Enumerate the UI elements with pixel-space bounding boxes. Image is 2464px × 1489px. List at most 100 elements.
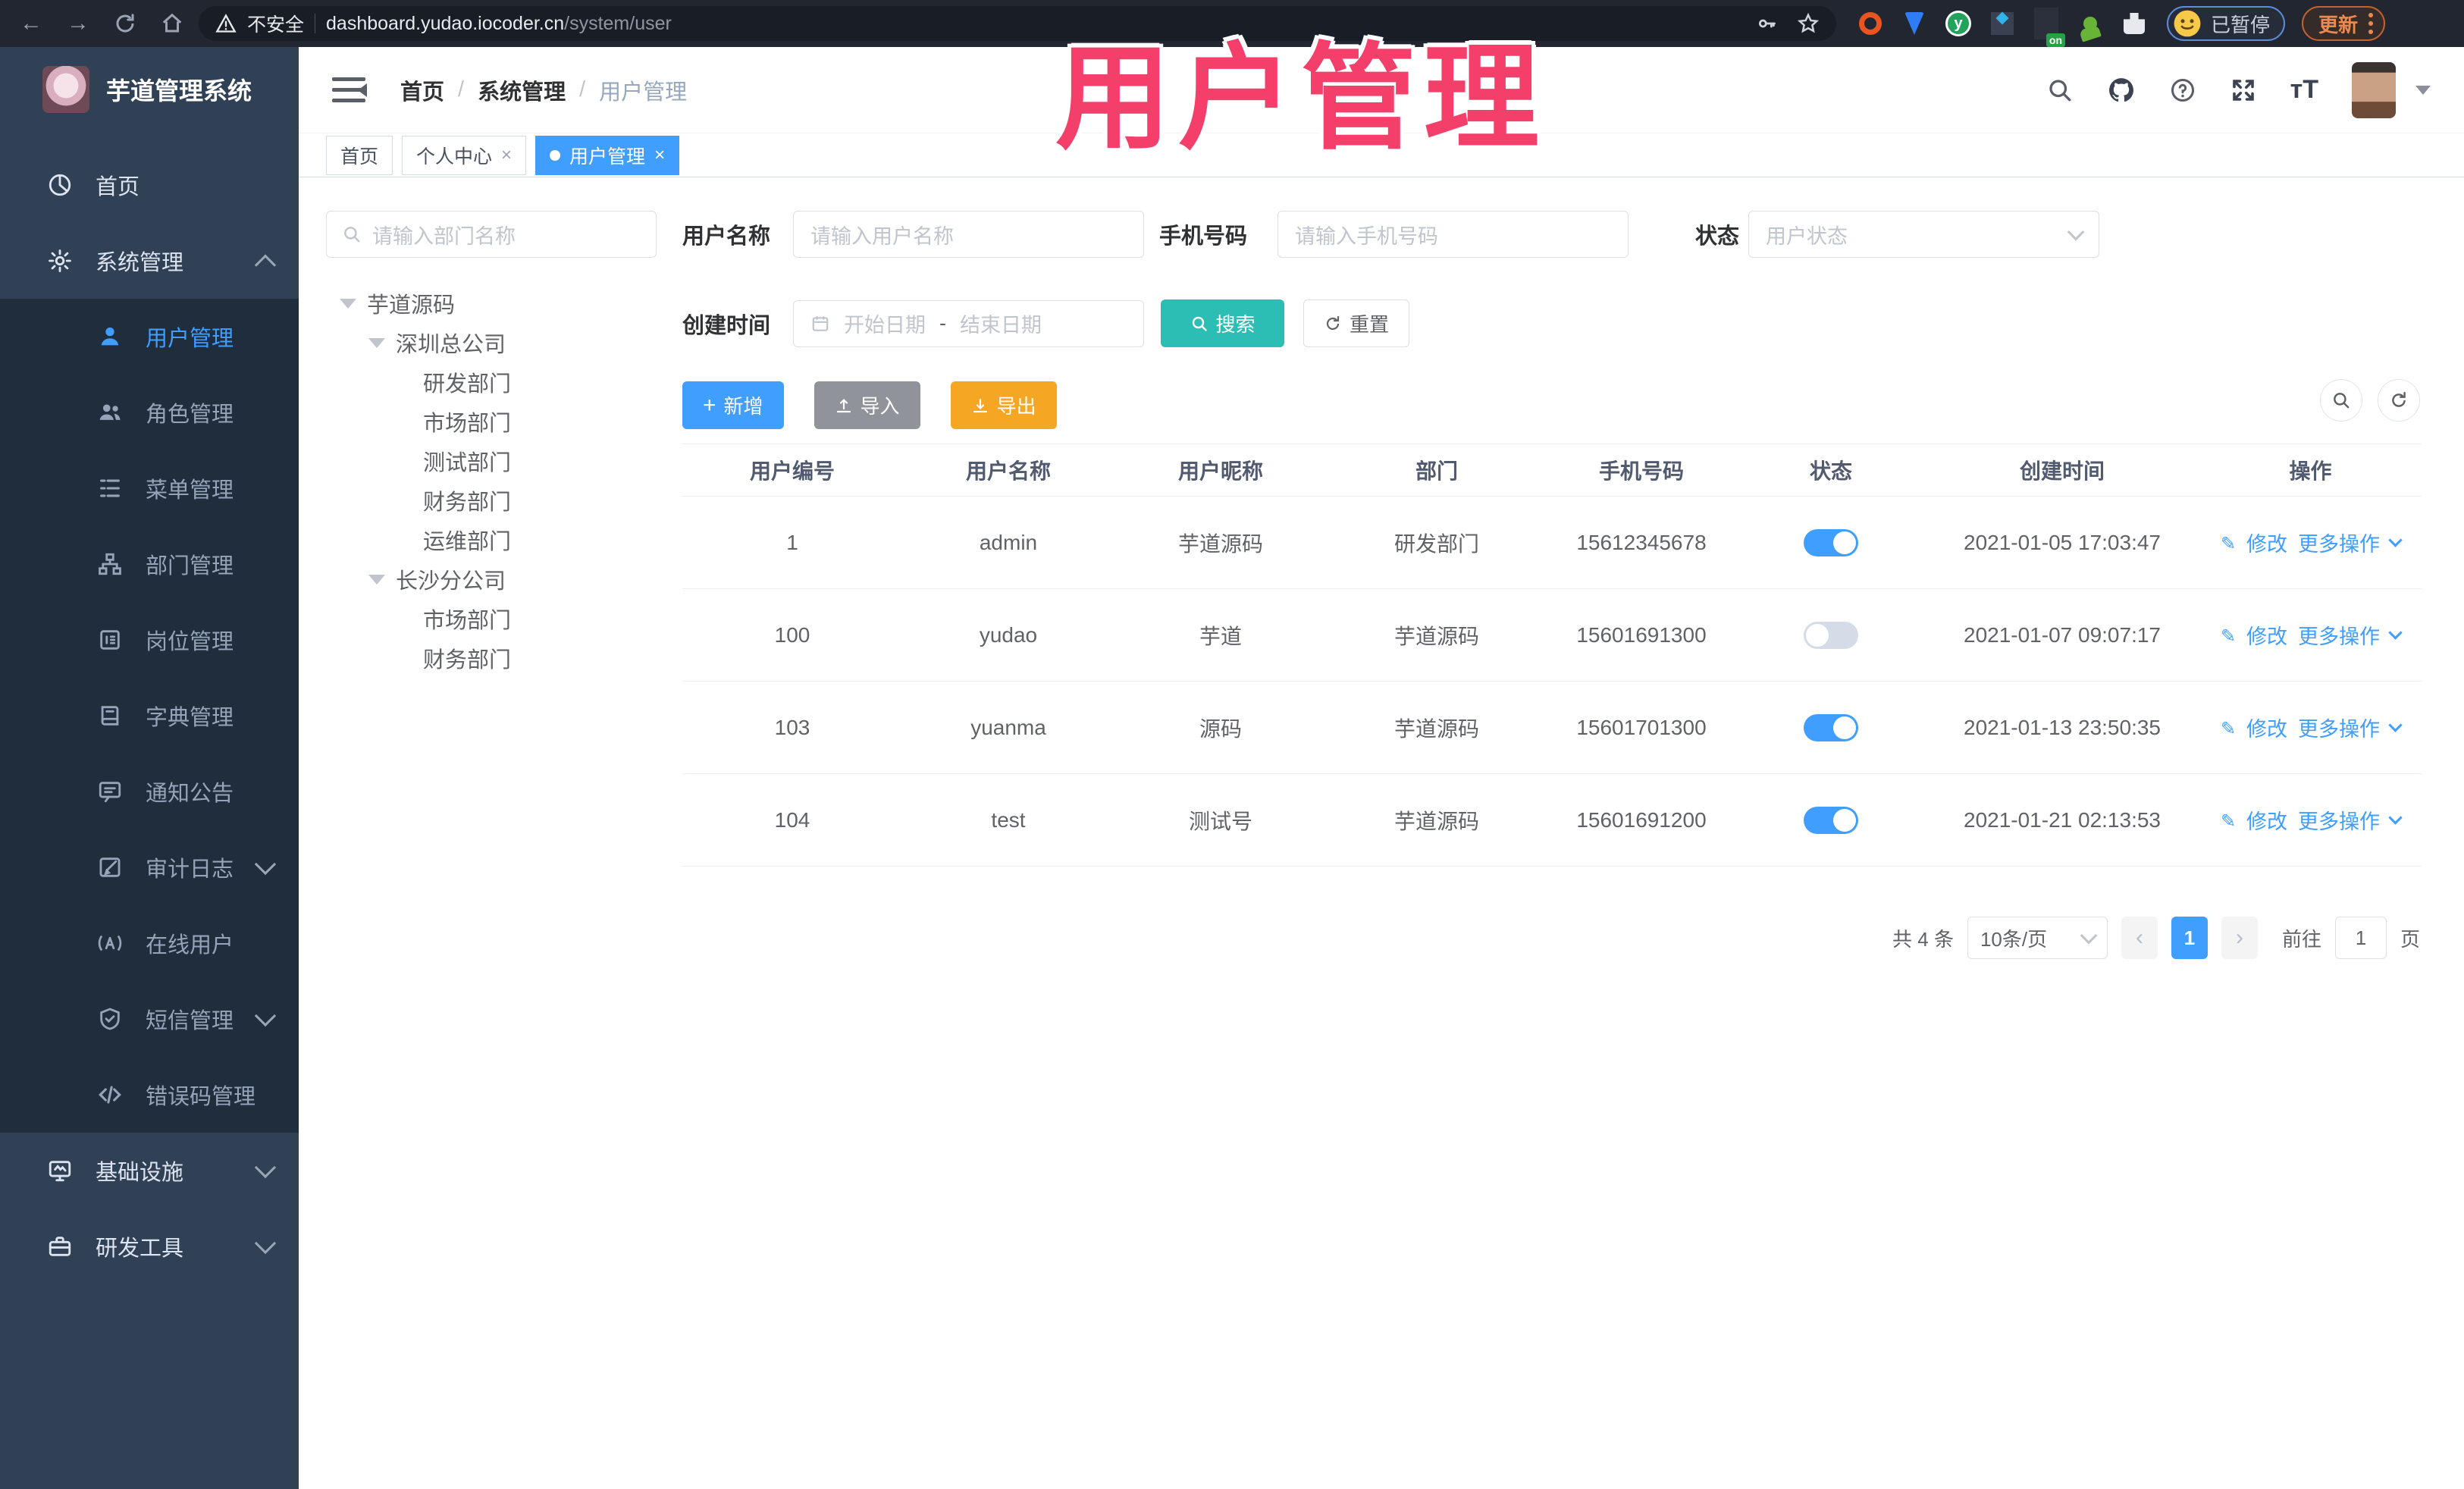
next-page-button[interactable]: › [2221,917,2258,959]
tree-node-label: 深圳总公司 [396,333,506,357]
close-icon[interactable]: × [654,145,665,166]
tab-profile[interactable]: 个人中心 × [402,135,527,175]
extension-pin-icon[interactable] [1900,9,1929,38]
avatar-caret-icon[interactable] [2415,85,2431,95]
edit-link[interactable]: 修改 [2246,713,2287,742]
tree-node[interactable]: 财务部门 [329,638,663,678]
goto-page-input[interactable]: 1 [2334,917,2387,959]
prev-page-button[interactable]: ‹ [2121,917,2158,959]
sidebar-item-dev-tools[interactable]: 研发工具 [0,1208,299,1284]
sidebar-item-post-mgmt[interactable]: 岗位管理 [0,602,299,678]
key-icon[interactable] [1756,13,1777,34]
edit-link[interactable]: 修改 [2246,528,2287,557]
username-input[interactable]: 请输入用户名称 [793,211,1145,258]
more-actions-link[interactable]: 更多操作 [2298,713,2380,742]
extension-ubuntu-icon[interactable] [1856,9,1885,38]
font-size-icon[interactable]: тT [2290,75,2318,105]
extensions-puzzle-icon[interactable] [2120,9,2149,38]
sidebar-item-dict-mgmt[interactable]: 字典管理 [0,678,299,754]
sidebar-item-user-mgmt[interactable]: 用户管理 [0,299,299,375]
more-actions-link[interactable]: 更多操作 [2298,620,2380,650]
sidebar-item-home[interactable]: 首页 [0,147,299,223]
search-icon[interactable] [2046,77,2074,104]
caret-down-icon[interactable] [340,298,356,309]
browser-menu-icon[interactable] [2368,13,2374,34]
tree-node[interactable]: 研发部门 [329,362,663,402]
github-icon[interactable] [2107,76,2136,105]
current-page-button[interactable]: 1 [2171,917,2208,959]
export-button[interactable]: 导出 [950,381,1057,429]
extension-y-icon[interactable]: y [1944,9,1973,38]
add-button[interactable]: + 新增 [682,381,784,429]
chevron-down-icon[interactable] [2388,533,2403,547]
sidebar-item-infra[interactable]: 基础设施 [0,1133,299,1208]
status-toggle[interactable] [1804,806,1858,834]
chevron-down-icon[interactable] [2388,625,2403,640]
refresh-table-button[interactable] [2378,379,2420,422]
sidebar-item-dept-mgmt[interactable]: 部门管理 [0,526,299,602]
status-select[interactable]: 用户状态 [1748,211,2100,258]
back-icon[interactable]: ← [11,5,52,42]
edit-link[interactable]: 修改 [2246,620,2287,650]
help-icon[interactable] [2169,77,2196,104]
sidebar-item-notice[interactable]: 通知公告 [0,754,299,829]
logo-row[interactable]: 芋道管理系统 [0,47,299,132]
reset-button-label: 重置 [1350,313,1390,336]
tree-node[interactable]: 测试部门 [329,441,663,481]
more-actions-link[interactable]: 更多操作 [2298,805,2380,835]
chevron-down-icon[interactable] [2388,810,2403,825]
tab-user-mgmt[interactable]: 用户管理 × [535,135,680,175]
sidebar-item-audit-log[interactable]: 审计日志 [0,829,299,905]
security-label[interactable]: 不安全 [247,10,304,37]
status-toggle[interactable] [1804,713,1858,741]
toggle-search-button[interactable] [2320,379,2362,422]
browser-profile-button[interactable]: 已暂停 [2167,6,2286,41]
tree-node[interactable]: 运维部门 [329,520,663,560]
sidebar-item-menu-mgmt[interactable]: 菜单管理 [0,450,299,526]
caret-down-icon[interactable] [368,337,385,348]
tree-node[interactable]: 芋道源码 [329,284,663,323]
extension-grid-icon[interactable] [1988,9,2017,38]
breadcrumb-system[interactable]: 系统管理 [478,74,566,106]
sidebar-fold-icon[interactable] [332,75,367,105]
date-range-input[interactable]: 开始日期 - 结束日期 [793,299,1145,347]
chevron-down-icon[interactable] [2388,718,2403,732]
tree-node[interactable]: 市场部门 [329,599,663,638]
search-button[interactable]: 搜索 [1161,299,1285,347]
reload-icon[interactable] [105,5,146,42]
sidebar-item-role-mgmt[interactable]: 角色管理 [0,375,299,450]
url-text[interactable]: dashboard.yudao.iocoder.cn/system/user [326,13,672,35]
status-toggle[interactable] [1804,528,1858,556]
sidebar-item-errcode-mgmt[interactable]: 错误码管理 [0,1057,299,1133]
avatar[interactable] [2352,61,2396,118]
tree-node[interactable]: 市场部门 [329,402,663,441]
table-row: 104 test 测试号 芋道源码 15601691200 2021-01-21… [682,774,2422,867]
forward-icon[interactable]: → [58,5,99,42]
mobile-input[interactable]: 请输入手机号码 [1277,211,1629,258]
caret-down-icon[interactable] [368,574,385,585]
tree-node[interactable]: 长沙分公司 [329,560,663,599]
extension-person-icon[interactable] [2076,9,2105,38]
status-toggle[interactable] [1804,621,1858,649]
sidebar-item-sms-mgmt[interactable]: 短信管理 [0,981,299,1057]
sidebar-item-online-users[interactable]: 在线用户 [0,905,299,981]
address-bar[interactable]: 不安全 dashboard.yudao.iocoder.cn/system/us… [199,6,1836,41]
tab-home[interactable]: 首页 [326,135,393,175]
page-size-select[interactable]: 10条/页 [1967,917,2108,959]
more-actions-link[interactable]: 更多操作 [2298,528,2380,557]
breadcrumb-home[interactable]: 首页 [400,74,444,106]
fullscreen-icon[interactable] [2230,77,2257,104]
sidebar-item-system[interactable]: 系统管理 [0,223,299,299]
edit-link[interactable]: 修改 [2246,805,2287,835]
browser-update-button[interactable]: 更新 [2302,6,2386,41]
home-icon[interactable] [152,5,193,42]
import-button[interactable]: 导入 [813,381,920,429]
reset-button[interactable]: 重置 [1303,299,1410,347]
extension-tampermonkey-icon[interactable]: on [2032,9,2065,47]
dept-search-input[interactable]: 请输入部门名称 [326,211,657,258]
tree-node[interactable]: 深圳总公司 [329,323,663,362]
tree-node[interactable]: 财务部门 [329,481,663,520]
bookmark-star-icon[interactable] [1797,12,1820,35]
close-icon[interactable]: × [501,145,512,166]
warning-icon [215,13,237,34]
